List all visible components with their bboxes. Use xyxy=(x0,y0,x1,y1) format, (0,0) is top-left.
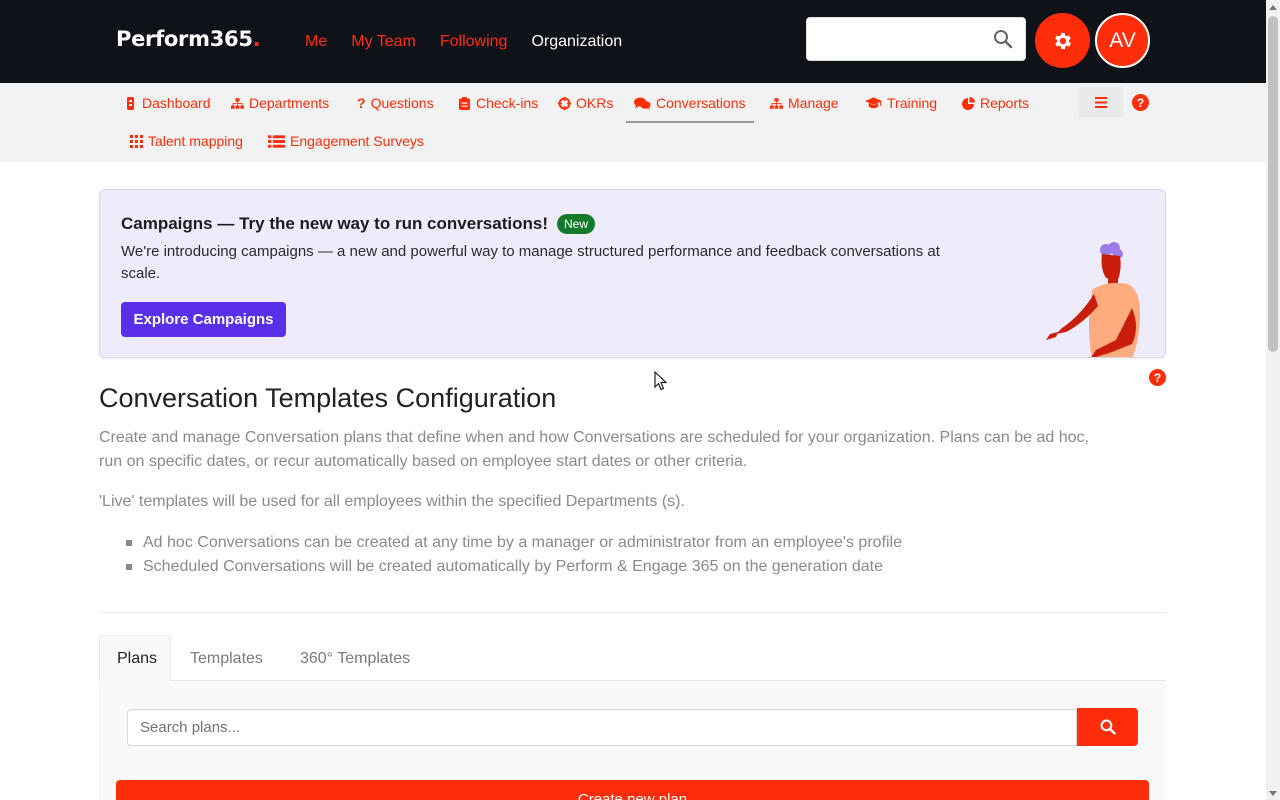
subnav-engagement-surveys[interactable]: Engagement Surveys xyxy=(268,133,424,149)
search-plans-input[interactable]: Search plans... xyxy=(127,709,1077,746)
search-icon xyxy=(1100,719,1116,735)
subnav-departments[interactable]: Departments xyxy=(231,95,329,111)
clipboard-icon xyxy=(459,96,470,110)
crosshairs-icon xyxy=(558,96,571,110)
pie-chart-icon xyxy=(962,96,975,110)
dashboard-icon xyxy=(127,96,134,110)
section-divider xyxy=(99,612,1166,613)
subnav-training[interactable]: Training xyxy=(865,95,937,111)
page-title: Conversation Templates Configuration xyxy=(99,383,557,413)
settings-button[interactable] xyxy=(1035,13,1090,68)
grid-icon xyxy=(130,134,143,148)
nav-following[interactable]: Following xyxy=(440,33,508,51)
plans-panel: Plans Templates 360° Templates Search pl… xyxy=(99,635,1166,800)
comments-icon xyxy=(634,97,651,110)
nav-my-team[interactable]: My Team xyxy=(351,33,416,51)
nav-me[interactable]: Me xyxy=(305,33,327,51)
user-avatar[interactable]: AV xyxy=(1095,13,1150,68)
list-icon xyxy=(268,134,285,148)
tab-plans[interactable]: Plans xyxy=(99,635,171,682)
scroll-down-arrow[interactable] xyxy=(1266,786,1280,800)
question-icon: ? xyxy=(357,95,366,111)
list-item: Scheduled Conversations will be created … xyxy=(125,555,902,579)
search-plans-button[interactable] xyxy=(1077,708,1138,746)
scrollbar-thumb[interactable] xyxy=(1268,16,1278,352)
main-nav: Me My Team Following Organization xyxy=(305,33,622,51)
subnav-check-ins[interactable]: Check-ins xyxy=(458,95,538,111)
subnav-help-icon[interactable]: ? xyxy=(1132,94,1149,111)
brand-logo[interactable]: Perform365. xyxy=(116,27,261,51)
sitemap-icon xyxy=(770,97,783,109)
subnav-menu-button[interactable] xyxy=(1079,87,1123,117)
list-item: Ad hoc Conversations can be created at a… xyxy=(125,531,902,555)
subnav-reports[interactable]: Reports xyxy=(962,95,1029,111)
subnav-questions[interactable]: ? Questions xyxy=(357,95,434,111)
hamburger-icon xyxy=(1095,96,1107,108)
person-illustration xyxy=(1046,242,1140,357)
banner-description: We're introducing campaigns — a new and … xyxy=(121,243,940,282)
caret-up-icon xyxy=(1269,4,1277,10)
explore-campaigns-button[interactable]: Explore Campaigns xyxy=(121,302,286,337)
graduation-cap-icon xyxy=(865,96,882,108)
caret-down-icon xyxy=(1269,790,1277,796)
subnav-okrs[interactable]: OKRs xyxy=(558,95,613,111)
sub-navbar: Dashboard Departments ? Questions Check-… xyxy=(0,83,1266,162)
global-search-input[interactable] xyxy=(806,17,1026,61)
subnav-manage[interactable]: Manage xyxy=(770,95,839,111)
page-help-icon[interactable]: ? xyxy=(1149,369,1166,386)
subnav-dashboard[interactable]: Dashboard xyxy=(124,95,211,111)
subnav-conversations[interactable]: Conversations xyxy=(626,95,754,123)
create-new-plan-button[interactable]: Create new plan xyxy=(116,780,1149,800)
conversation-types-list: Ad hoc Conversations can be created at a… xyxy=(125,531,902,579)
tab-360-templates[interactable]: 360° Templates xyxy=(283,635,427,682)
scroll-up-arrow[interactable] xyxy=(1266,0,1280,14)
top-navbar: Perform365. Me My Team Following Organiz… xyxy=(0,0,1266,83)
gear-icon xyxy=(1054,32,1071,49)
campaigns-banner: Campaigns — Try the new way to run conve… xyxy=(99,189,1166,358)
tab-templates[interactable]: Templates xyxy=(173,635,280,682)
new-badge: New xyxy=(556,214,595,234)
page-description: Create and manage Conversation plans tha… xyxy=(99,429,1089,470)
sitemap-icon xyxy=(231,97,244,109)
live-templates-note: 'Live' templates will be used for all em… xyxy=(99,493,685,510)
search-icon[interactable] xyxy=(993,29,1013,49)
banner-title: Campaigns — Try the new way to run conve… xyxy=(121,214,595,234)
tab-bar: Plans Templates 360° Templates xyxy=(99,635,1166,682)
subnav-talent-mapping[interactable]: Talent mapping xyxy=(130,133,243,149)
nav-organization[interactable]: Organization xyxy=(531,33,622,51)
mouse-cursor-icon xyxy=(654,371,668,391)
